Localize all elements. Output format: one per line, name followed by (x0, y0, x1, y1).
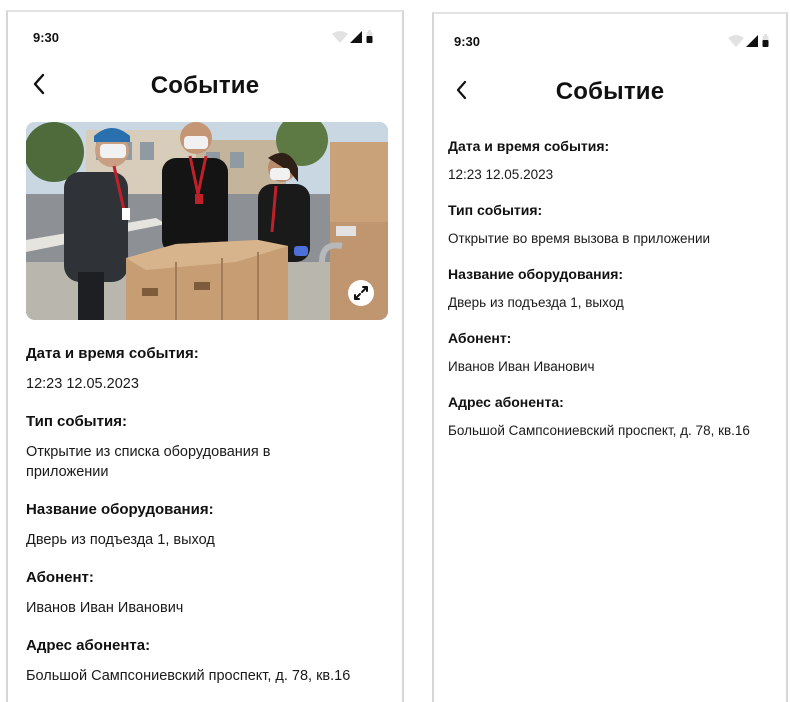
expand-arrows-icon (354, 286, 368, 300)
expand-photo-button[interactable] (348, 280, 374, 306)
field-subscriber-address: Адрес абонента: Большой Сампсониевский п… (26, 636, 392, 686)
field-value: Дверь из подъезда 1, выход (26, 532, 215, 548)
field-label: Абонент: (26, 569, 94, 586)
page-title: Событие (150, 72, 260, 99)
field-event-datetime: Дата и время события: 12:23 12.05.2023 (26, 344, 392, 394)
event-screen-with-photo: 9:30 Событие Дата и время события: 12:23… (6, 10, 404, 702)
field-value: 12:23 12.05.2023 (448, 167, 554, 182)
field-subscriber: Абонент: Иванов Иван Иванович (26, 568, 392, 618)
field-label: Адрес абонента: (26, 637, 151, 654)
field-value: Большой Сампсониевский проспект, д. 78, … (448, 423, 750, 438)
field-label: Тип события: (26, 413, 127, 430)
wifi-icon (332, 31, 348, 43)
event-photo[interactable] (26, 122, 388, 320)
event-screen-without-photo: 9:30 Событие Дата и время события: 12:23… (432, 12, 788, 702)
field-value: Большой Сампсониевский проспект, д. 78, … (26, 668, 351, 684)
screens-comparison: 9:30 Событие Дата и время события: 12:23… (0, 0, 790, 702)
field-subscriber: Абонент: Иванов Иван Иванович (448, 328, 780, 377)
field-label: Адрес абонента: (448, 394, 564, 410)
field-value: Открытие во время вызова в приложении (448, 231, 711, 246)
field-label: Абонент: (448, 330, 512, 346)
event-details: Дата и время события: 12:23 12.05.2023 Т… (26, 344, 392, 702)
status-bar: 9:30 (434, 14, 786, 58)
status-icons (332, 30, 378, 44)
field-value: Иванов Иван Иванович (26, 600, 184, 616)
field-event-type: Тип события: Открытие из списка оборудов… (26, 412, 392, 482)
wifi-icon (728, 35, 744, 47)
page-title: Событие (555, 78, 665, 105)
field-label: Название оборудования: (448, 266, 624, 282)
field-value: Иванов Иван Иванович (448, 359, 595, 374)
status-bar: 9:30 (8, 12, 402, 56)
field-label: Дата и время события: (26, 345, 199, 362)
field-equipment-name: Название оборудования: Дверь из подъезда… (26, 500, 392, 550)
field-label: Тип события: (448, 202, 543, 218)
field-label: Дата и время события: (448, 138, 610, 154)
event-details: Дата и время события: 12:23 12.05.2023 Т… (448, 136, 780, 456)
field-value: Дверь из подъезда 1, выход (448, 295, 624, 310)
cellular-signal-icon (350, 31, 362, 43)
field-equipment-name: Название оборудования: Дверь из подъезда… (448, 264, 780, 313)
field-value: Открытие из списка оборудования в прилож… (26, 444, 271, 480)
field-label: Название оборудования: (26, 501, 214, 518)
battery-icon (366, 30, 373, 43)
field-event-type: Тип события: Открытие во время вызова в … (448, 200, 780, 249)
status-time: 9:30 (454, 34, 481, 49)
field-event-datetime: Дата и время события: 12:23 12.05.2023 (448, 136, 780, 185)
cellular-signal-icon (746, 35, 758, 47)
status-time: 9:30 (33, 30, 60, 45)
header: Событие (8, 66, 402, 106)
status-icons (728, 34, 774, 48)
header: Событие (434, 72, 786, 112)
field-value: 12:23 12.05.2023 (26, 376, 139, 392)
field-subscriber-address: Адрес абонента: Большой Сампсониевский п… (448, 392, 780, 441)
battery-icon (762, 34, 769, 47)
